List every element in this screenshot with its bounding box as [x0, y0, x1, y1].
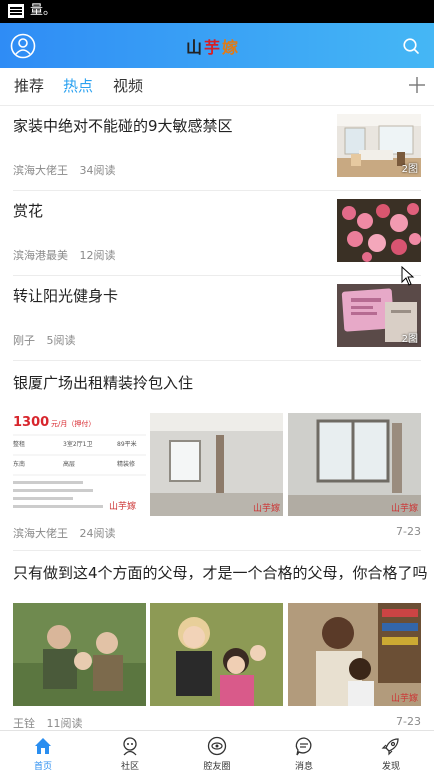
room-photo: 山芋嫁: [150, 413, 283, 516]
logo-char-1: 山: [186, 38, 205, 57]
family-photo: 山芋嫁: [288, 603, 421, 706]
feed-item-date: 7-23: [396, 715, 421, 728]
feed-item-meta: 滨海大佬王 34阅读: [13, 162, 124, 178]
feed-item-date: 7-23: [396, 525, 421, 538]
logo-watermark: 山芋嫁: [252, 504, 280, 514]
logo-watermark: 山芋嫁: [390, 694, 418, 704]
feed-item-thumbnail[interactable]: 2图: [337, 114, 421, 177]
feed-item-meta: 滨海大佬王 24阅读: [13, 525, 124, 541]
feed-item-author: 刚子: [13, 334, 35, 347]
status-bar: 量。: [0, 0, 434, 23]
mouse-cursor-icon: [401, 266, 415, 286]
feed-item-title[interactable]: 家装中绝对不能碰的9大敏感禁区: [13, 116, 328, 136]
flowers-photo: [337, 199, 421, 262]
rocket-icon: [381, 738, 399, 756]
tabbar-label: 消息: [294, 762, 313, 772]
feed-item-thumbnail[interactable]: 2图: [337, 284, 421, 347]
family-photo: [150, 603, 283, 706]
image-count-badge: 2图: [401, 334, 418, 345]
tabbar-discover[interactable]: 发现: [348, 731, 434, 773]
feed-item-images[interactable]: 1300 元/月（押付） 整租 3室2厅1卫 89平米 东南 高层 精装修 山芋…: [13, 413, 421, 516]
tab-recommend[interactable]: 推荐: [14, 76, 44, 96]
logo-char-3: 嫁: [222, 38, 241, 57]
feed-item[interactable]: 赏花 滨海港最美 12阅读: [13, 191, 421, 276]
plus-icon[interactable]: [408, 76, 426, 94]
feed-item[interactable]: 家装中绝对不能碰的9大敏感禁区 滨海大佬王 34阅读 2图: [13, 106, 421, 191]
search-icon[interactable]: [402, 37, 420, 55]
rental-listing-image: 1300 元/月（押付） 整租 3室2厅1卫 89平米 东南 高层 精装修 山芋…: [13, 413, 146, 516]
tabbar-label: 社区: [120, 762, 139, 772]
tab-video[interactable]: 视频: [113, 76, 143, 96]
feed-item-title[interactable]: 转让阳光健身卡: [13, 286, 328, 306]
message-icon: [295, 737, 312, 756]
notification-icon: [8, 4, 24, 18]
tabbar-community[interactable]: 社区: [87, 731, 173, 773]
feed-item-thumbnail[interactable]: [337, 199, 421, 262]
logo-watermark: 山芋嫁: [109, 502, 137, 512]
feed-item[interactable]: 转让阳光健身卡 刚子 5阅读 2图: [13, 276, 421, 361]
tab-hot[interactable]: 热点: [63, 76, 93, 96]
image-count-badge: 2图: [401, 164, 418, 175]
feed-item-reads: 5阅读: [46, 334, 76, 347]
eye-circle-icon: [207, 736, 227, 756]
feed-item-reads: 34阅读: [79, 164, 116, 177]
feed-item-meta: 刚子 5阅读: [13, 332, 84, 348]
app-header: 山 芋 嫁: [0, 23, 434, 68]
tabbar-label: 腔友圈: [203, 762, 231, 772]
room-photo: 山芋嫁: [288, 413, 421, 516]
feed-item[interactable]: 银厦广场出租精装拎包入住 1300 元/月（押付） 整租 3室2厅1卫 89平米…: [13, 361, 421, 551]
feed-item-images[interactable]: 山芋嫁: [13, 603, 421, 706]
feed-item-author: 滨海大佬王: [13, 164, 68, 177]
feed-item-title[interactable]: 只有做到这4个方面的父母，才是一个合格的父母，你合格了吗: [13, 563, 428, 583]
tabbar-home[interactable]: 首页: [0, 731, 86, 773]
feed-item-author: 滨海大佬王: [13, 527, 68, 540]
tabbar-circle[interactable]: 腔友圈: [174, 731, 260, 773]
tabbar-messages[interactable]: 消息: [261, 731, 347, 773]
family-photo: [13, 603, 146, 706]
status-text: 量。: [30, 3, 57, 18]
feed-item-reads: 11阅读: [46, 717, 83, 730]
feed-item-meta: 王铨 11阅读: [13, 715, 91, 730]
home-icon: [35, 738, 51, 754]
channel-tabs: 推荐 热点 视频: [0, 68, 434, 106]
app-logo: 山 芋 嫁: [186, 34, 240, 58]
feed-item-author: 王铨: [13, 717, 35, 730]
feed-item-reads: 24阅读: [79, 527, 116, 540]
user-circle-icon[interactable]: [10, 33, 36, 59]
news-feed: 家装中绝对不能碰的9大敏感禁区 滨海大佬王 34阅读 2图 赏花 滨海港最美 1…: [0, 106, 434, 730]
tabbar-label: 首页: [33, 762, 52, 772]
feed-item[interactable]: 只有做到这4个方面的父母，才是一个合格的父母，你合格了吗 山芋嫁 王铨 11阅读…: [13, 551, 428, 730]
feed-item-title[interactable]: 银厦广场出租精装拎包入住: [13, 373, 193, 393]
feed-item-author: 滨海港最美: [13, 249, 68, 262]
logo-char-2: 芋: [204, 38, 223, 57]
feed-item-title[interactable]: 赏花: [13, 201, 328, 221]
community-icon: [123, 737, 137, 756]
logo-watermark: 山芋嫁: [390, 504, 418, 514]
tabbar-label: 发现: [381, 762, 400, 772]
feed-item-meta: 滨海港最美 12阅读: [13, 247, 124, 263]
feed-item-reads: 12阅读: [79, 249, 116, 262]
bottom-tab-bar: 首页 社区 腔友圈 消息 发现: [0, 730, 434, 773]
